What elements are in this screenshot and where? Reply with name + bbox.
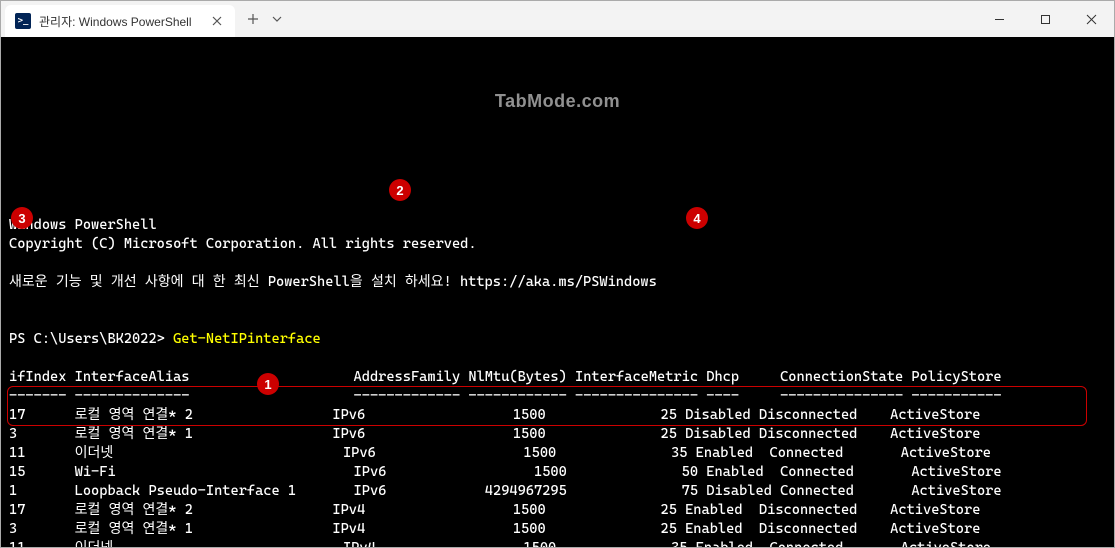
title-bar: >_ 관리자: Windows PowerShell bbox=[1, 1, 1114, 37]
terminal-viewport[interactable]: TabMode.com 2 3 4 1 Windows PowerShell C… bbox=[1, 37, 1114, 547]
window-controls bbox=[976, 1, 1114, 37]
tab-title: 관리자: Windows PowerShell bbox=[39, 13, 201, 30]
terminal-output: Windows PowerShell Copyright (C) Microso… bbox=[9, 216, 1106, 547]
annotation-badge-4: 4 bbox=[686, 207, 708, 229]
watermark-text: TabMode.com bbox=[495, 92, 620, 111]
annotation-badge-3: 3 bbox=[11, 207, 33, 229]
maximize-button[interactable] bbox=[1022, 1, 1068, 37]
new-tab-button[interactable] bbox=[239, 5, 267, 33]
annotation-badge-1: 1 bbox=[257, 373, 279, 395]
close-window-button[interactable] bbox=[1068, 1, 1114, 37]
tab-powershell[interactable]: >_ 관리자: Windows PowerShell bbox=[5, 5, 235, 37]
annotation-badge-2: 2 bbox=[389, 179, 411, 201]
powershell-icon: >_ bbox=[15, 13, 31, 29]
close-tab-button[interactable] bbox=[209, 13, 225, 29]
tab-dropdown-button[interactable] bbox=[267, 5, 287, 33]
minimize-button[interactable] bbox=[976, 1, 1022, 37]
app-window: >_ 관리자: Windows PowerShell TabMode.com bbox=[0, 0, 1115, 548]
